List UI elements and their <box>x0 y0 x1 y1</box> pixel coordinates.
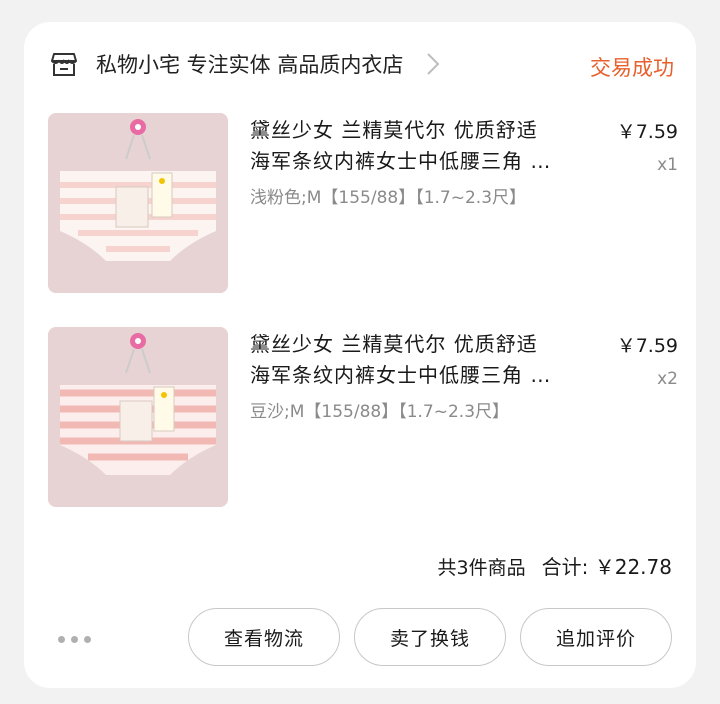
more-options-icon[interactable] <box>58 636 91 643</box>
resell-button[interactable]: 卖了换钱 <box>354 608 506 666</box>
shop-name[interactable]: 私物小宅 专注实体 高品质内衣店 <box>96 49 403 79</box>
item-count: 共3件商品 <box>437 557 526 579</box>
order-item[interactable]: 黛丝少女 兰精莫代尔 优质舒适 海军条纹内裤女士中低腰三角 … 浅粉色;M【15… <box>48 113 678 295</box>
product-quantity: x1 <box>657 155 678 175</box>
view-logistics-button[interactable]: 查看物流 <box>188 608 340 666</box>
order-total: 合计: ￥22.78 <box>541 555 672 579</box>
product-title[interactable]: 黛丝少女 兰精莫代尔 优质舒适 海军条纹内裤女士中低腰三角 … <box>250 329 580 391</box>
chevron-right-icon[interactable] <box>425 51 441 77</box>
order-card: 私物小宅 专注实体 高品质内衣店 交易成功 黛丝少女 兰精莫代尔 优质舒适 海军… <box>24 22 696 688</box>
product-quantity: x2 <box>657 369 678 389</box>
product-spec: 浅粉色;M【155/88】【1.7~2.3尺】 <box>250 188 527 208</box>
product-price: ￥7.59 <box>616 335 678 357</box>
order-status: 交易成功 <box>590 56 674 80</box>
store-icon <box>51 53 77 76</box>
add-review-button[interactable]: 追加评价 <box>520 608 672 666</box>
order-summary: 共3件商品 合计: ￥22.78 <box>438 551 672 580</box>
order-item[interactable]: 黛丝少女 兰精莫代尔 优质舒适 海军条纹内裤女士中低腰三角 … 豆沙;M【155… <box>48 327 678 509</box>
product-image[interactable] <box>48 327 228 507</box>
product-spec: 豆沙;M【155/88】【1.7~2.3尺】 <box>250 402 510 422</box>
shop-header[interactable]: 私物小宅 专注实体 高品质内衣店 交易成功 <box>50 44 674 84</box>
product-price: ￥7.59 <box>616 121 678 143</box>
product-image[interactable] <box>48 113 228 293</box>
product-title[interactable]: 黛丝少女 兰精莫代尔 优质舒适 海军条纹内裤女士中低腰三角 … <box>250 115 580 177</box>
